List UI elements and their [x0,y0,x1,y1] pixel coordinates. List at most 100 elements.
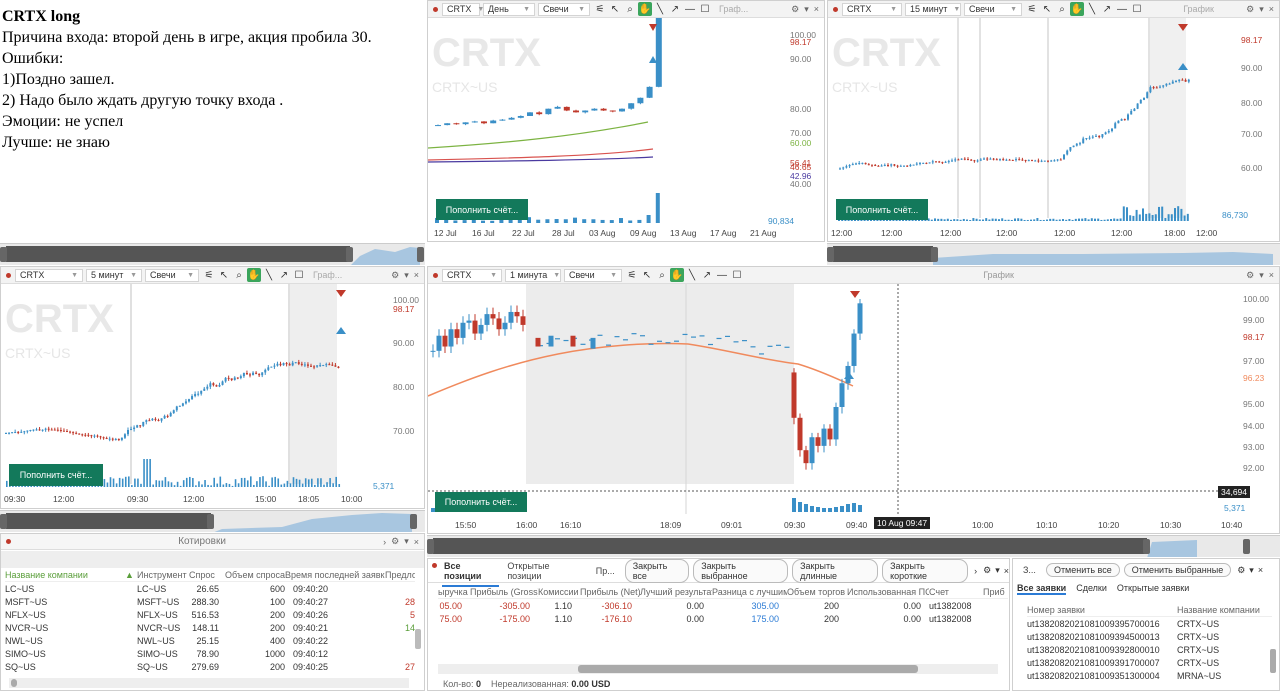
settings-gear-icon[interactable]: ⚙ [983,565,991,576]
close-icon[interactable]: × [414,270,419,280]
settings-gear-icon[interactable]: ⚙ [391,536,399,547]
scroller-handle-right[interactable] [207,514,214,529]
table-row[interactable]: LC~US LC~US 26.65 600 09:40:20 [5,582,415,595]
deposit-button[interactable]: Пополнить счёт... [436,199,528,220]
deposit-button[interactable]: Пополнить счёт... [435,492,527,512]
chevron-down-icon[interactable]: ▾ [404,270,409,281]
line-tool-icon[interactable]: ╲ [685,268,699,282]
line-tool-icon[interactable]: ╲ [262,268,276,282]
close-shorts-button[interactable]: Закрыть короткие [882,559,969,583]
scroller-handle-right[interactable] [931,247,938,262]
cancel-selected-button[interactable]: Отменить выбранные [1123,563,1232,577]
candlestick-chart-daily[interactable] [428,18,825,225]
chevron-down-icon[interactable]: ▾ [1259,4,1264,15]
zoom-icon[interactable]: ⌕ [1055,2,1069,16]
horizontal-scrollbar[interactable] [438,664,998,674]
link-dot-icon[interactable] [433,272,438,278]
close-longs-button[interactable]: Закрыть длинные [792,559,879,583]
tab-more[interactable]: Пр... [596,566,615,576]
chart-type-select[interactable]: Свечи ▼ [964,2,1022,16]
chevron-down-icon[interactable]: ▾ [995,565,1000,576]
pointer-icon[interactable]: ↖ [608,2,622,16]
table-row[interactable]: ut1382082021081009392800010 CRTX~US [1027,643,1272,656]
table-row[interactable]: ut1382082021081009394500013 CRTX~US [1027,630,1272,643]
settings-gear-icon[interactable]: ⚙ [391,270,399,281]
ticker-select[interactable]: CRTX ▼ [842,2,902,16]
chevron-down-icon[interactable]: ▾ [804,4,809,15]
hline-tool-icon[interactable]: — [683,2,697,16]
time-scroller[interactable] [0,510,425,532]
timeframe-select[interactable]: 15 минут ▼ [905,2,961,16]
hand-icon[interactable]: ✋ [247,268,261,282]
close-all-button[interactable]: Закрыть все [624,559,690,583]
cancel-all-button[interactable]: Отменить все [1045,563,1120,577]
close-icon[interactable]: × [1258,565,1263,575]
rect-tool-icon[interactable]: ☐ [292,268,306,282]
hline-tool-icon[interactable]: — [715,268,729,282]
link-dot-icon[interactable] [833,6,838,12]
pointer-icon[interactable]: ↖ [640,268,654,282]
scroller-handle-left[interactable] [0,247,7,262]
table-row[interactable]: ut1382082021081009391700007 CRTX~US [1027,656,1272,669]
vertical-scrollbar[interactable] [415,629,421,649]
close-icon[interactable]: × [1269,4,1274,14]
zoom-icon[interactable]: ⌕ [655,268,669,282]
timeframe-select[interactable]: 5 минут ▼ [86,268,142,282]
tab-open-positions[interactable]: Открытые позиции [507,561,581,581]
rect-tool-icon[interactable]: ☐ [730,268,744,282]
line-tool-icon[interactable]: ╲ [1085,2,1099,16]
arrow-tool-icon[interactable]: ↗ [700,268,714,282]
candlestick-chart-1min[interactable] [428,284,1280,516]
arrow-tool-icon[interactable]: ↗ [277,268,291,282]
hand-icon[interactable]: ✋ [670,268,684,282]
table-row[interactable]: NVCR~US NVCR~US 148.11 200 09:40:21 14 [5,621,415,634]
close-icon[interactable]: × [814,4,819,14]
hline-tool-icon[interactable]: — [1115,2,1129,16]
scroller-handle-end[interactable] [1243,539,1250,554]
table-row[interactable]: SIMO~US SIMO~US 78.90 1000 09:40:12 [5,647,415,660]
scroller-handle-end[interactable] [417,247,424,262]
indicators-icon[interactable]: ⚟ [1025,2,1039,16]
sort-asc-icon[interactable]: ▲ [125,570,137,580]
rect-tool-icon[interactable]: ☐ [698,2,712,16]
table-row[interactable]: MSFT~US MSFT~US 288.30 100 09:40:27 28 [5,595,415,608]
candlestick-chart-15min[interactable] [828,18,1280,225]
arrow-tool-icon[interactable]: ↗ [1100,2,1114,16]
ticker-select[interactable]: CRTX ▼ [442,2,484,16]
arrow-tool-icon[interactable]: ↗ [668,2,682,16]
pointer-icon[interactable]: ↖ [217,268,231,282]
settings-gear-icon[interactable]: ⚙ [1246,4,1254,15]
chevron-down-icon[interactable]: ▾ [1249,565,1254,576]
close-icon[interactable]: × [414,537,419,547]
table-row[interactable]: 75.00 -175.00 1.10 -176.10 0.00 175.00 200 0.00… [438,612,1008,625]
quotes-filter-bar[interactable] [1,551,424,568]
chevron-down-icon[interactable]: ▾ [404,536,409,547]
time-scroller[interactable] [0,243,425,265]
settings-gear-icon[interactable]: ⚙ [791,4,799,15]
close-icon[interactable]: × [1269,270,1274,280]
indicators-icon[interactable]: ⚟ [593,2,607,16]
scroller-handle-right[interactable] [1143,539,1150,554]
close-selected-button[interactable]: Закрыть выбранное [693,559,789,583]
timeframe-select[interactable]: День ▼ [483,2,535,16]
chart-type-select[interactable]: Свечи ▼ [538,2,590,16]
horizontal-scrollbar[interactable] [9,678,409,688]
scroller-handle-end[interactable] [410,514,417,529]
table-row[interactable]: SQ~US SQ~US 279.69 200 09:40:25 27 [5,660,415,673]
scroller-handle-left[interactable] [0,514,7,529]
close-icon[interactable]: × [1004,566,1009,576]
hand-icon[interactable]: ✋ [1070,2,1084,16]
tab-all-orders[interactable]: Все заявки [1017,583,1067,595]
table-row[interactable]: NWL~US NWL~US 25.15 400 09:40:22 [5,634,415,647]
time-scroller[interactable] [427,535,1280,557]
vertical-scrollbar[interactable] [1270,649,1276,673]
line-tool-icon[interactable]: ╲ [653,2,667,16]
chevron-right-icon[interactable]: › [974,566,977,576]
deposit-button[interactable]: Пополнить счёт... [9,464,103,486]
table-row[interactable]: 05.00 -305.00 1.10 -306.10 0.00 305.00 200 0.00… [438,599,1008,612]
link-dot-icon[interactable] [433,6,438,12]
deposit-button[interactable]: Пополнить счёт... [836,199,928,220]
chart-type-select[interactable]: Свечи ▼ [564,268,622,282]
link-dot-icon[interactable] [6,539,11,544]
tab-trades[interactable]: Сделки [1076,583,1107,595]
